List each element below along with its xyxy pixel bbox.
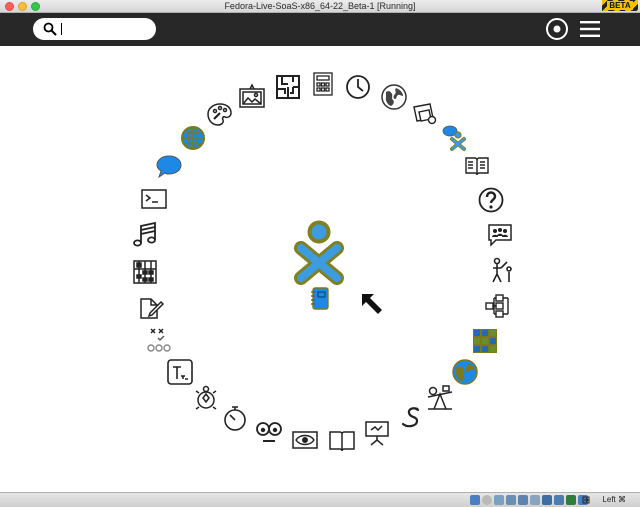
paint-icon: [207, 103, 232, 126]
puzzle-maze-activity[interactable]: [274, 73, 302, 101]
book-activity[interactable]: [328, 427, 356, 455]
snake-activity[interactable]: [396, 404, 424, 432]
eye-icon: [292, 431, 318, 449]
calculator-icon: [313, 72, 333, 96]
photo-icon: [413, 103, 437, 125]
write-icon: [140, 298, 165, 319]
world-map-activity[interactable]: [451, 358, 479, 386]
abacus-activity[interactable]: [131, 258, 159, 286]
optical-drive-icon[interactable]: [482, 495, 492, 505]
grid-game-activity[interactable]: [471, 327, 499, 355]
vm-status-bar: Left ⌘: [0, 492, 640, 507]
seesaw-icon: [427, 385, 453, 410]
list-view-icon[interactable]: [578, 17, 602, 41]
globe-icon: [381, 84, 407, 110]
network-activity[interactable]: [484, 292, 512, 320]
clock-activity[interactable]: [344, 73, 372, 101]
home-toolbar: [0, 13, 640, 46]
music-icon: [133, 221, 156, 247]
world-activity[interactable]: [380, 83, 408, 111]
window-title: Fedora-Live-SoaS-x86_64-22_Beta-1 [Runni…: [224, 1, 416, 11]
xo-buddy-icon[interactable]: [294, 220, 344, 286]
usb-icon[interactable]: [518, 495, 528, 505]
read-activity[interactable]: [463, 152, 491, 180]
beta-badge-label: BETA: [607, 1, 633, 10]
video-capture-icon[interactable]: [554, 495, 564, 505]
search-icon: [43, 22, 57, 36]
puzzle-maze-icon: [276, 75, 300, 99]
display-icon[interactable]: [542, 495, 552, 505]
image-viewer-icon: [239, 83, 265, 108]
grid-game-icon: [473, 329, 497, 353]
eye-activity[interactable]: [291, 426, 319, 454]
audio-icon[interactable]: [494, 495, 504, 505]
presentation-activity[interactable]: [363, 418, 391, 446]
teacher-student-icon: [492, 257, 512, 283]
book-icon: [329, 431, 355, 452]
read-book-icon: [465, 157, 489, 176]
presentation-icon: [365, 421, 389, 446]
browse-globe-icon: [181, 126, 205, 150]
help-activity[interactable]: [477, 186, 505, 214]
search-input[interactable]: [65, 21, 154, 39]
photo-activity[interactable]: [411, 100, 439, 128]
hard-disk-icon[interactable]: [470, 495, 480, 505]
window-title-bar: Fedora-Live-SoaS-x86_64-22_Beta-1 [Runni…: [0, 0, 640, 13]
shared-folders-icon[interactable]: [530, 495, 540, 505]
turtle-activity[interactable]: [192, 384, 220, 412]
favorites-view-icon[interactable]: [545, 17, 569, 41]
journal-icon[interactable]: [310, 287, 330, 311]
tictactoe-activity[interactable]: [146, 326, 174, 354]
snake-icon: [401, 407, 420, 428]
turtle-icon: [195, 385, 217, 410]
physics-activity[interactable]: [426, 384, 454, 412]
music-activity[interactable]: [131, 221, 159, 249]
stopwatch-icon: [224, 406, 246, 431]
text-cursor: [61, 23, 62, 35]
face-activity[interactable]: [255, 418, 283, 446]
chat-activity[interactable]: [155, 153, 183, 181]
social-chat-activity[interactable]: [486, 221, 514, 249]
calculator-activity[interactable]: [309, 70, 337, 98]
typing-activity[interactable]: [166, 358, 194, 386]
image-viewer-activity[interactable]: [238, 83, 266, 111]
terminal-icon: [141, 189, 167, 209]
face-icon: [256, 422, 282, 442]
browse-activity[interactable]: [179, 124, 207, 152]
teacher-activity[interactable]: [488, 256, 516, 284]
network-icon: [485, 294, 509, 318]
pointer-cursor: [362, 294, 382, 314]
chat-xo-icon: [442, 125, 466, 151]
beta-badge: BETA: [602, 0, 638, 11]
paint-activity[interactable]: [206, 100, 234, 128]
search-box[interactable]: [33, 18, 156, 40]
speech-bubble-icon: [156, 155, 182, 179]
typing-icon: [167, 359, 193, 385]
people-chat-icon: [488, 224, 512, 247]
terminal-activity[interactable]: [140, 185, 168, 213]
host-key-label: Left ⌘: [602, 495, 626, 504]
tictactoe-icon: [147, 328, 171, 352]
cpu-icon[interactable]: [566, 495, 576, 505]
clock-icon: [346, 75, 370, 99]
world-map-icon: [452, 359, 478, 385]
abacus-icon: [133, 260, 157, 284]
chat-xo-activity[interactable]: [441, 124, 469, 152]
network-adapter-icon[interactable]: [506, 495, 516, 505]
stopwatch-activity[interactable]: [221, 404, 249, 432]
write-activity[interactable]: [137, 293, 165, 321]
host-key-arrow-icon: [582, 496, 590, 504]
help-icon: [478, 187, 504, 213]
